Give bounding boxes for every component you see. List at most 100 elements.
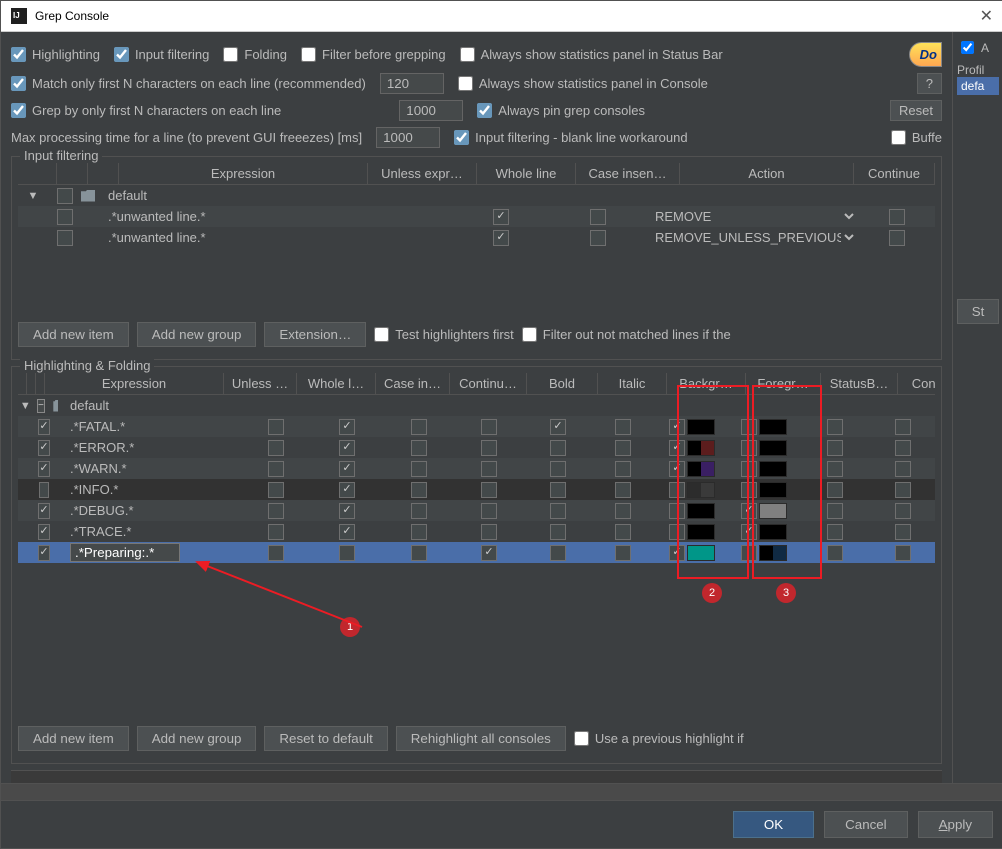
hl-unless-cb[interactable] [268, 419, 284, 435]
hl-fg-swatch[interactable] [759, 545, 787, 561]
if-col-4[interactable]: Unless expr… [368, 163, 477, 184]
group-collapse[interactable]: − [37, 399, 45, 413]
if-add-group[interactable]: Add new group [137, 322, 257, 347]
right-profile-default[interactable]: defa [957, 77, 999, 95]
hl-col-8[interactable]: Bold [527, 373, 598, 394]
hl-italic-cb[interactable] [615, 419, 631, 435]
hl-row[interactable]: .*FATAL.* [18, 416, 935, 437]
hl-unless-cb[interactable] [268, 524, 284, 540]
hl-col-5[interactable]: Whole l… [297, 373, 376, 394]
hl-expr[interactable]: .*FATAL.* [66, 419, 242, 434]
if-row[interactable]: .*unwanted line.* REMOVE_UNLESS_PREVIOUS… [18, 227, 935, 248]
hl-case-cb[interactable] [411, 419, 427, 435]
hl-col-12[interactable]: StatusB… [821, 373, 898, 394]
if-col-8[interactable]: Continue [854, 163, 935, 184]
hl-italic-cb[interactable] [615, 482, 631, 498]
hl-statusbar-cb[interactable] [827, 524, 843, 540]
hl-cont-cb[interactable] [481, 503, 497, 519]
hl-unless-cb[interactable] [268, 461, 284, 477]
hl-expr[interactable]: .*DEBUG.* [66, 503, 242, 518]
hl-bold-cb[interactable] [550, 461, 566, 477]
cancel-button[interactable]: Cancel [824, 811, 908, 838]
hl-fg-swatch[interactable] [759, 524, 787, 540]
hl-italic-cb[interactable] [615, 440, 631, 456]
if-case-cb[interactable] [590, 209, 606, 225]
chk-grep-first-n[interactable] [11, 103, 26, 118]
hl-expr[interactable] [66, 543, 242, 562]
group-name[interactable]: default [104, 188, 350, 203]
if-whole-cb[interactable] [493, 230, 509, 246]
hl-statusbar-cb[interactable] [827, 503, 843, 519]
hl-col-10[interactable]: Backgr… [667, 373, 746, 394]
hl-enable-cb[interactable] [38, 419, 49, 435]
chk-folding[interactable] [223, 47, 238, 62]
hl-enable-cb[interactable] [38, 440, 49, 456]
match-n-input[interactable] [380, 73, 444, 94]
hl-row[interactable] [18, 542, 935, 563]
hl-expr[interactable]: .*WARN.* [66, 461, 242, 476]
hl-whole-cb[interactable] [339, 461, 355, 477]
hl-cont-cb[interactable] [481, 440, 497, 456]
hl-statusbar-cb[interactable] [827, 440, 843, 456]
ok-button[interactable]: OK [733, 811, 814, 838]
hl-col-11[interactable]: Foregr… [746, 373, 821, 394]
group-enable-cb[interactable] [57, 188, 73, 204]
hl-enable-cb[interactable] [39, 482, 50, 498]
hl-case-cb[interactable] [411, 545, 427, 561]
hl-console-cb[interactable] [895, 503, 911, 519]
hl-unless-cb[interactable] [268, 482, 284, 498]
hl-bg-swatch[interactable] [687, 419, 715, 435]
grep-n-input[interactable] [399, 100, 463, 121]
hl-rehighlight[interactable]: Rehighlight all consoles [396, 726, 566, 751]
hl-fg-swatch[interactable] [759, 419, 787, 435]
hl-bg-swatch[interactable] [687, 440, 715, 456]
hl-reset[interactable]: Reset to default [264, 726, 387, 751]
hl-expr[interactable]: .*INFO.* [66, 482, 242, 497]
hl-col-13[interactable]: Consol [898, 373, 935, 394]
if-col-1[interactable] [57, 163, 88, 184]
if-col-2[interactable] [88, 163, 119, 184]
hl-col-2[interactable] [36, 373, 45, 394]
chk-stats-console[interactable] [458, 76, 473, 91]
reset-button[interactable]: Reset [890, 100, 942, 121]
if-col-5[interactable]: Whole line [477, 163, 576, 184]
hl-unless-cb[interactable] [268, 440, 284, 456]
hl-enable-cb[interactable] [38, 461, 49, 477]
hl-col-6[interactable]: Case in… [376, 373, 450, 394]
hl-console-cb[interactable] [895, 461, 911, 477]
hl-bold-cb[interactable] [550, 545, 566, 561]
hl-cont-cb[interactable] [481, 524, 497, 540]
hl-col-0[interactable] [18, 373, 27, 394]
chk-use-previous[interactable] [574, 731, 589, 746]
hl-bg-cb[interactable] [669, 482, 685, 498]
hl-whole-cb[interactable] [339, 503, 355, 519]
hl-bold-cb[interactable] [550, 482, 566, 498]
hl-bg-cb[interactable] [669, 524, 685, 540]
hl-enable-cb[interactable] [38, 503, 49, 519]
chk-filter-out[interactable] [522, 327, 537, 342]
hl-add-item[interactable]: Add new item [18, 726, 129, 751]
hl-fg-cb[interactable] [741, 503, 757, 519]
hl-unless-cb[interactable] [268, 503, 284, 519]
main-h-scrollbar[interactable] [1, 783, 1002, 800]
hl-bold-cb[interactable] [550, 440, 566, 456]
hl-fg-swatch[interactable] [759, 440, 787, 456]
hl-bold-cb[interactable] [550, 503, 566, 519]
hl-enable-cb[interactable] [38, 524, 49, 540]
hl-cont-cb[interactable] [481, 545, 497, 561]
donate-button[interactable]: Do [909, 42, 942, 67]
hl-case-cb[interactable] [411, 482, 427, 498]
chk-input-filtering[interactable] [114, 47, 129, 62]
hl-whole-cb[interactable] [339, 419, 355, 435]
hl-fg-cb[interactable] [741, 524, 757, 540]
if-expr[interactable]: .*unwanted line.* [104, 230, 350, 245]
close-icon[interactable]: ✕ [980, 6, 993, 26]
hl-console-cb[interactable] [895, 482, 911, 498]
hl-whole-cb[interactable] [339, 545, 355, 561]
hl-statusbar-cb[interactable] [827, 419, 843, 435]
hl-italic-cb[interactable] [615, 461, 631, 477]
hl-fg-cb[interactable] [741, 461, 757, 477]
if-continue-cb[interactable] [889, 209, 905, 225]
hl-case-cb[interactable] [411, 524, 427, 540]
if-col-6[interactable]: Case insen… [576, 163, 680, 184]
